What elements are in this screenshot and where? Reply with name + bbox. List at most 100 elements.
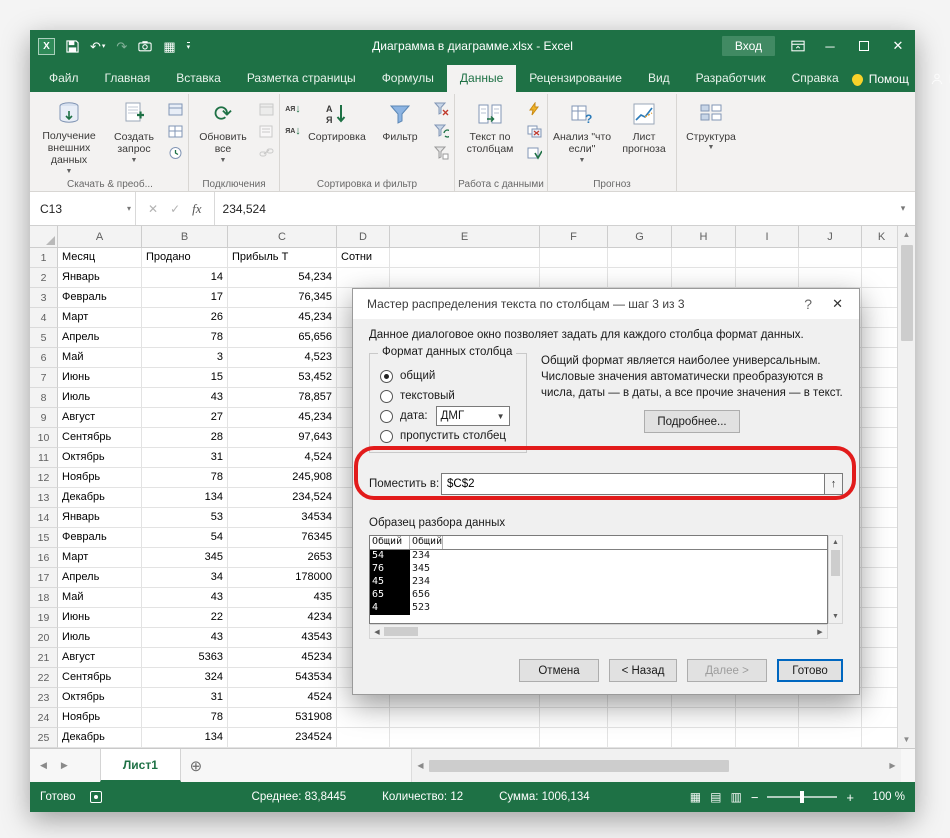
- cell-C7[interactable]: 53,452: [228, 368, 337, 388]
- cell-K12[interactable]: [862, 468, 902, 488]
- cell-C15[interactable]: 76345: [228, 528, 337, 548]
- name-box[interactable]: ▾: [30, 192, 136, 225]
- zoom-level[interactable]: 100 %: [863, 791, 905, 803]
- cell-C20[interactable]: 43543: [228, 628, 337, 648]
- cell-K18[interactable]: [862, 588, 902, 608]
- cell-I24[interactable]: [736, 708, 799, 728]
- cell-A5[interactable]: Апрель: [58, 328, 142, 348]
- ribbon-tab-9[interactable]: Справка: [779, 65, 852, 92]
- cell-A22[interactable]: Сентябрь: [58, 668, 142, 688]
- get-external-data-button[interactable]: Получение внешних данных ▼: [35, 96, 103, 176]
- cell-C13[interactable]: 234,524: [228, 488, 337, 508]
- cell-F25[interactable]: [540, 728, 608, 748]
- ribbon-tab-8[interactable]: Разработчик: [683, 65, 779, 92]
- touch-mode-icon[interactable]: ▦: [163, 40, 175, 53]
- cell-D24[interactable]: [337, 708, 390, 728]
- cell-K16[interactable]: [862, 548, 902, 568]
- row-header-2[interactable]: 2: [30, 268, 58, 288]
- row-header-10[interactable]: 10: [30, 428, 58, 448]
- ribbon-tab-7[interactable]: Вид: [635, 65, 683, 92]
- ribbon-tab-3[interactable]: Разметка страницы: [234, 65, 369, 92]
- ribbon-display-options-icon[interactable]: [791, 40, 805, 52]
- row-header-1[interactable]: 1: [30, 248, 58, 268]
- camera-icon[interactable]: [138, 40, 152, 52]
- cell-A24[interactable]: Ноябрь: [58, 708, 142, 728]
- preview-table[interactable]: Общий Общий 54 234 76 345 45 234 65 656 4 523: [369, 535, 828, 624]
- cancel-button[interactable]: Отмена: [519, 659, 599, 682]
- cell-I25[interactable]: [736, 728, 799, 748]
- zoom-slider[interactable]: [767, 791, 838, 803]
- row-header-13[interactable]: 13: [30, 488, 58, 508]
- row-header-7[interactable]: 7: [30, 368, 58, 388]
- cell-B24[interactable]: 78: [142, 708, 228, 728]
- cell-A6[interactable]: Май: [58, 348, 142, 368]
- cell-G25[interactable]: [608, 728, 672, 748]
- cell-C12[interactable]: 245,908: [228, 468, 337, 488]
- data-validation-icon[interactable]: [524, 144, 544, 162]
- scrollbar-thumb[interactable]: [831, 550, 840, 576]
- finish-button[interactable]: Готово: [777, 659, 843, 682]
- cell-K24[interactable]: [862, 708, 902, 728]
- cell-A17[interactable]: Апрель: [58, 568, 142, 588]
- redo-icon[interactable]: ↷: [116, 40, 127, 53]
- formula-input[interactable]: 234,524: [215, 192, 891, 225]
- remove-duplicates-icon[interactable]: [524, 122, 544, 140]
- scroll-right-icon[interactable]: ▶: [813, 628, 827, 636]
- collapse-dialog-icon[interactable]: ↑: [824, 473, 843, 495]
- cell-C23[interactable]: 4524: [228, 688, 337, 708]
- cell-B15[interactable]: 54: [142, 528, 228, 548]
- cell-A8[interactable]: Июль: [58, 388, 142, 408]
- cell-A18[interactable]: Май: [58, 588, 142, 608]
- cell-I2[interactable]: [736, 268, 799, 288]
- recent-sources-icon[interactable]: [165, 144, 185, 162]
- cell-F24[interactable]: [540, 708, 608, 728]
- cell-A14[interactable]: Январь: [58, 508, 142, 528]
- preview-column-header-1[interactable]: Общий: [410, 536, 444, 549]
- sort-button[interactable]: АЯ Сортировка: [305, 96, 369, 176]
- cell-B25[interactable]: 134: [142, 728, 228, 748]
- preview-column-header-0[interactable]: Общий: [370, 536, 410, 549]
- edit-links-icon[interactable]: [256, 144, 276, 162]
- sheet-nav-right-icon[interactable]: ▶: [61, 760, 68, 771]
- normal-view-icon[interactable]: ▦: [690, 790, 701, 804]
- cell-B12[interactable]: 78: [142, 468, 228, 488]
- radio-date[interactable]: дата: ДМГ ▼: [380, 406, 518, 426]
- cell-K2[interactable]: [862, 268, 902, 288]
- zoom-slider-thumb[interactable]: [800, 791, 805, 803]
- cell-J24[interactable]: [799, 708, 862, 728]
- cell-A15[interactable]: Февраль: [58, 528, 142, 548]
- new-sheet-icon[interactable]: ⊕: [181, 749, 211, 782]
- what-if-analysis-button[interactable]: ? Анализ "что если" ▼: [551, 96, 613, 176]
- cell-B17[interactable]: 34: [142, 568, 228, 588]
- text-to-columns-button[interactable]: Текст по столбцам: [458, 96, 522, 176]
- scrollbar-thumb[interactable]: [900, 245, 913, 341]
- cell-C1[interactable]: Прибыль Т: [228, 248, 337, 268]
- close-button[interactable]: ✕: [889, 38, 907, 54]
- cell-B20[interactable]: 43: [142, 628, 228, 648]
- scrollbar-thumb[interactable]: [384, 627, 418, 636]
- cell-C14[interactable]: 34534: [228, 508, 337, 528]
- column-header-B[interactable]: B: [142, 226, 228, 248]
- dialog-help-icon[interactable]: ?: [790, 296, 826, 312]
- advanced-filter-icon[interactable]: [431, 144, 451, 162]
- cell-B3[interactable]: 17: [142, 288, 228, 308]
- maximize-button[interactable]: [855, 39, 873, 54]
- radio-general[interactable]: общий: [380, 366, 518, 386]
- preview-horizontal-scrollbar[interactable]: ◀ ▶: [369, 624, 828, 639]
- cell-C19[interactable]: 4234: [228, 608, 337, 628]
- dialog-close-icon[interactable]: ✕: [826, 296, 849, 312]
- cell-B10[interactable]: 28: [142, 428, 228, 448]
- cell-J1[interactable]: [799, 248, 862, 268]
- preview-vertical-scrollbar[interactable]: ▲ ▼: [828, 535, 843, 624]
- cell-K21[interactable]: [862, 648, 902, 668]
- cell-H2[interactable]: [672, 268, 736, 288]
- row-header-17[interactable]: 17: [30, 568, 58, 588]
- cell-K3[interactable]: [862, 288, 902, 308]
- row-header-24[interactable]: 24: [30, 708, 58, 728]
- cell-A3[interactable]: Февраль: [58, 288, 142, 308]
- outline-button[interactable]: Структура ▼: [680, 96, 742, 176]
- insert-function-icon[interactable]: fx: [192, 201, 201, 217]
- cell-B5[interactable]: 78: [142, 328, 228, 348]
- cell-C16[interactable]: 2653: [228, 548, 337, 568]
- cell-K13[interactable]: [862, 488, 902, 508]
